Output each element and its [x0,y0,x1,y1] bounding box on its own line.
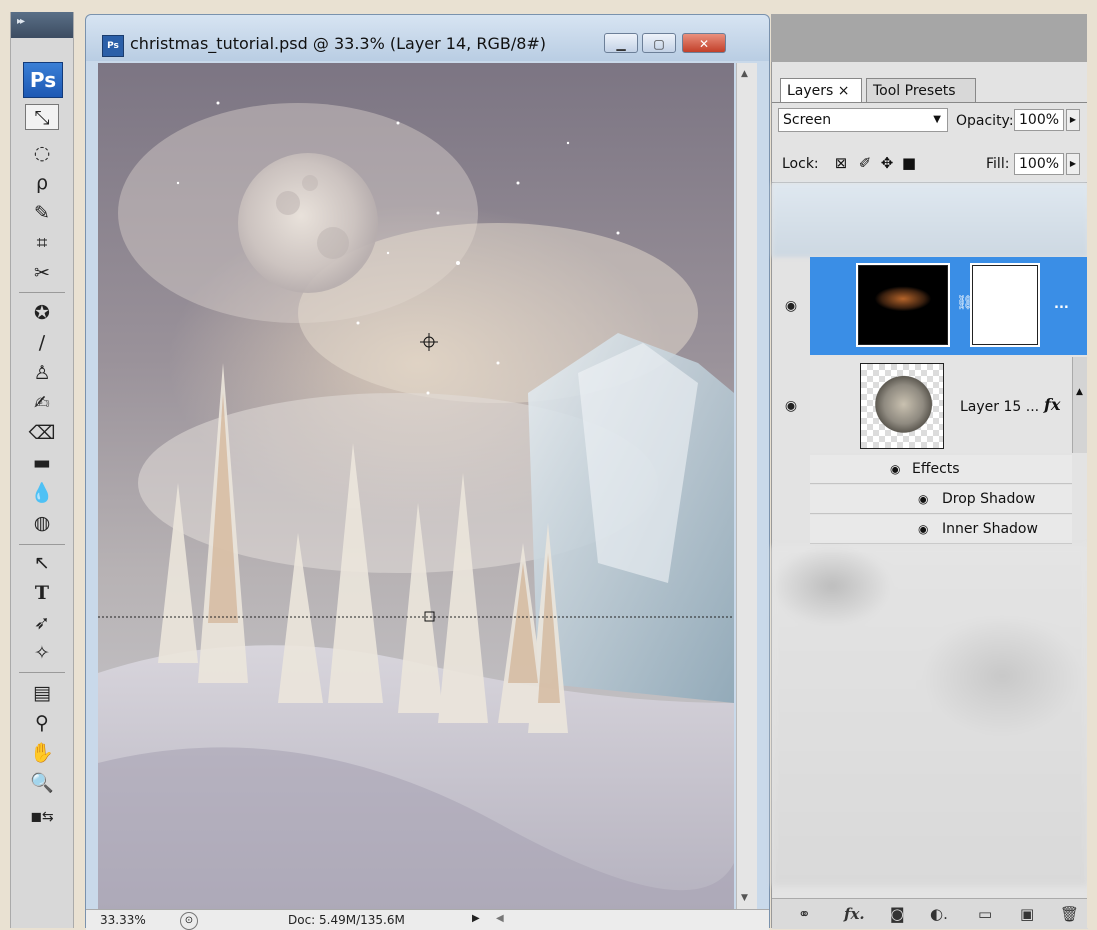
tools-grip[interactable]: ▸▸ [11,12,73,38]
swap-colors-icon[interactable]: ◼⇆ [25,804,59,830]
eye-icon[interactable]: ◉ [890,455,900,483]
magic-wand-tool-icon[interactable]: ✎ [25,200,59,226]
fill-slider-arrow-icon[interactable]: ▶ [1066,153,1080,175]
window-edge [1087,0,1097,928]
zoom-tool-icon[interactable]: 🔍 [25,770,59,796]
layer-name-truncated: ... [1054,297,1069,312]
effect-row-inner-shadow[interactable]: ◉ Inner Shadow [810,515,1072,544]
adjustment-layer-icon[interactable]: ◐. [930,905,948,923]
tools-divider [19,672,65,673]
document-titlebar[interactable]: Ps christmas_tutorial.psd @ 33.3% (Layer… [86,15,769,61]
spot-healing-tool-icon[interactable]: ✪ [25,300,59,326]
layer-thumbnail [856,263,950,347]
history-brush-tool-icon[interactable]: ✍ [25,390,59,416]
tools-panel: ▸▸ Ps ⤡ ◌ ρ ✎ ⌗ ✂ ✪ ∕ ♙ ✍ ⌫ ▬ 💧 ◍ ↖ T ➶ … [10,12,74,928]
eyedropper-tool-icon[interactable]: ⚲ [25,710,59,736]
eraser-tool-icon[interactable]: ⌫ [25,420,59,446]
eye-icon[interactable]: ◉ [918,515,928,543]
opacity-field[interactable]: 100% [1014,109,1064,131]
elliptical-marquee-tool-icon[interactable]: ◌ [25,140,59,166]
gradient-tool-icon[interactable]: ▬ [25,450,59,476]
document-title: christmas_tutorial.psd @ 33.3% (Layer 14… [130,34,547,53]
lasso-tool-icon[interactable]: ρ [25,170,59,196]
tab-tool-presets[interactable]: Tool Presets [866,78,976,102]
effect-row-drop-shadow[interactable]: ◉ Drop Shadow [810,485,1072,514]
minimize-button[interactable]: ▁ [604,33,638,53]
status-menu-arrow-icon[interactable]: ▶ [472,913,480,924]
blend-mode-select[interactable]: Screen ▼ [778,108,948,132]
fx-icon[interactable]: fx [1044,395,1060,414]
maximize-button[interactable]: ▢ [642,33,676,53]
psd-file-icon: Ps [102,35,124,57]
notes-tool-icon[interactable]: ▤ [25,680,59,706]
zoom-level[interactable]: 33.33% [100,913,146,927]
lock-all-icon[interactable]: ■ [900,154,918,172]
lock-transparency-icon[interactable]: ⊠ [832,154,850,172]
folder-icon[interactable]: ▭ [978,905,992,923]
canvas-artwork [98,63,734,909]
clone-stamp-tool-icon[interactable]: ♙ [25,360,59,386]
lock-pixels-icon[interactable]: ✐ [856,154,874,172]
panel-dock-background [771,14,1087,64]
moon-layer-thumbnail [860,363,944,449]
eye-icon[interactable]: ◉ [918,485,928,513]
eye-icon[interactable]: ◉ [772,398,810,414]
layer-row-selected[interactable]: ⛓ ... [810,257,1088,355]
trash-icon[interactable]: 🗑 [1060,905,1079,923]
layer-mask-thumbnail[interactable] [970,263,1040,347]
zoom-scope-icon[interactable]: ⊙ [180,912,198,930]
direct-selection-tool-icon[interactable]: ➶ [25,610,59,636]
scroll-up-arrow-icon[interactable]: ▲ [741,69,748,79]
fill-field[interactable]: 100% [1014,153,1064,175]
tab-divider [772,102,1088,103]
tab-layers[interactable]: Layers × [780,78,862,102]
document-canvas[interactable] [98,63,734,909]
blurred-layers-area [772,183,1088,257]
eye-icon[interactable]: ◉ [772,298,810,314]
dodge-tool-icon[interactable]: ◍ [25,510,59,536]
layer-name: Layer 15 ... [960,399,1040,415]
new-layer-icon[interactable]: ▣ [1020,905,1034,923]
scroll-up-arrow-icon[interactable]: ▲ [1076,387,1083,397]
brush-tool-icon[interactable]: ∕ [25,330,59,356]
lock-position-icon[interactable]: ✥ [878,154,896,172]
hand-tool-icon[interactable]: ✋ [25,740,59,766]
close-button[interactable]: ✕ [682,33,726,53]
blur-tool-icon[interactable]: 💧 [25,480,59,506]
effects-label: Effects [912,461,960,477]
photoshop-logo[interactable]: Ps [23,62,63,98]
path-selection-tool-icon[interactable]: ↖ [25,550,59,576]
layer-row-layer-15[interactable]: Layer 15 ... fx [810,357,1072,453]
add-mask-icon[interactable]: ◙ [890,905,905,923]
crop-tool-icon[interactable]: ⌗ [25,230,59,256]
scroll-down-arrow-icon[interactable]: ▼ [741,893,748,903]
custom-shape-tool-icon[interactable]: ✧ [25,640,59,666]
document-size: Doc: 5.49M/135.6M [288,913,405,927]
tools-divider [19,544,65,545]
document-window: Ps christmas_tutorial.psd @ 33.3% (Layer… [85,14,770,930]
blurred-layers-area [772,546,1088,886]
effect-label: Drop Shadow [942,491,1036,507]
add-style-icon[interactable]: fx. [844,905,865,923]
canvas-vertical-scrollbar[interactable]: ▲ ▼ [736,63,757,909]
lock-label: Lock: [782,156,819,172]
type-tool-icon[interactable]: T [25,580,59,606]
effect-label: Inner Shadow [942,521,1038,537]
layers-bottom-toolbar: ⚭ fx. ◙ ◐. ▭ ▣ 🗑 [772,898,1088,929]
link-icon[interactable]: ⚭ [798,905,811,923]
opacity-label: Opacity: [956,113,1014,129]
layers-panel: Layers × Tool Presets Screen ▼ Opacity: … [771,62,1089,929]
blend-mode-value: Screen [783,112,832,128]
chevron-down-icon: ▼ [933,114,941,125]
slice-tool-icon[interactable]: ✂ [25,260,59,286]
fill-label: Fill: [986,156,1010,172]
scroll-left-arrow-icon[interactable]: ◀ [496,913,504,924]
opacity-slider-arrow-icon[interactable]: ▶ [1066,109,1080,131]
move-tool-icon[interactable]: ⤡ [25,104,59,130]
status-bar: 33.33% ⊙ Doc: 5.49M/135.6M ▶ ◀ [86,909,769,930]
effects-row[interactable]: ◉ Effects [810,455,1072,484]
tools-divider [19,292,65,293]
